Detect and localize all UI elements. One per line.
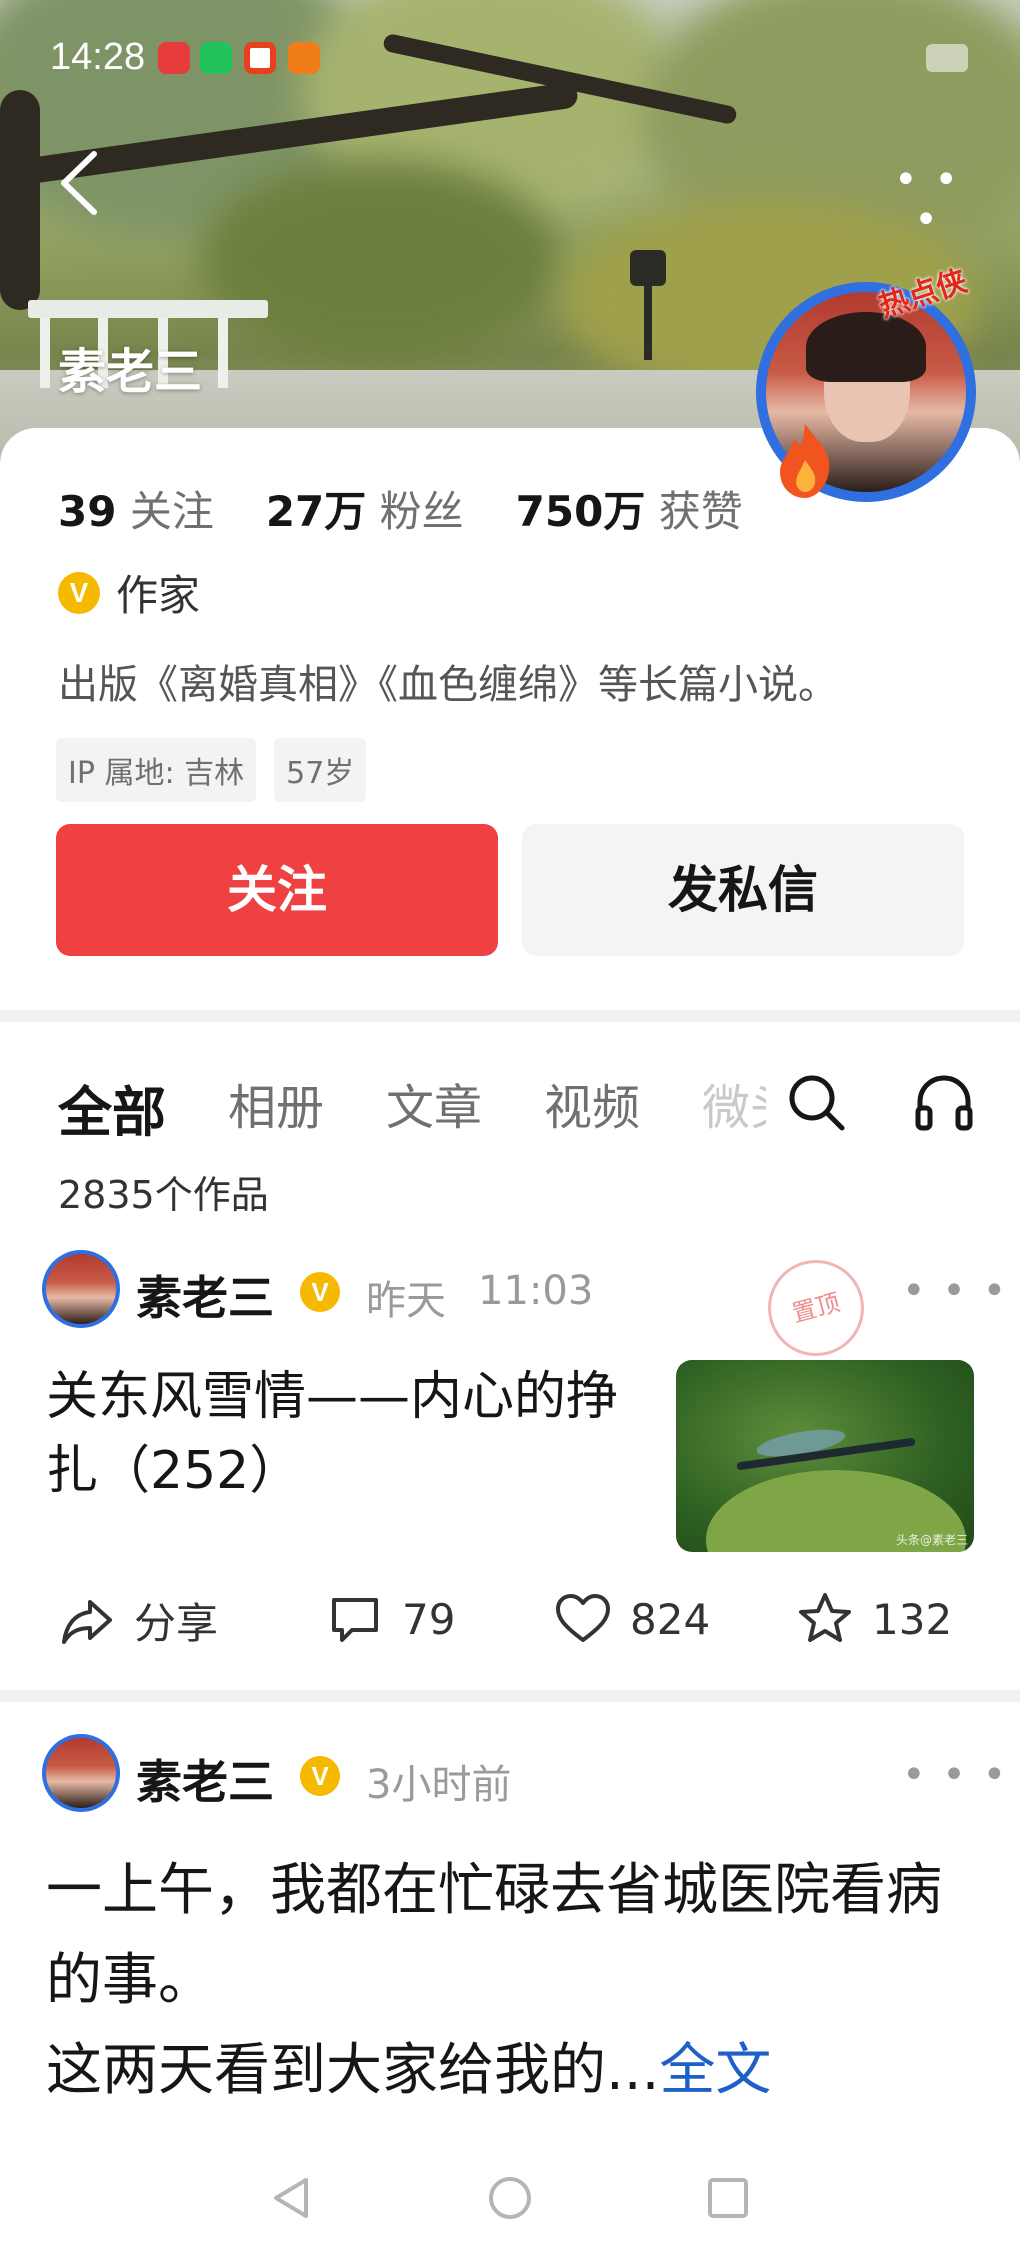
nav-home-icon[interactable] — [486, 2174, 534, 2222]
tab-all[interactable]: 全部 — [58, 1068, 166, 1147]
verified-v-icon: V — [58, 571, 100, 614]
cover-profile-name: 素老三 — [58, 344, 203, 400]
more-options-button[interactable]: • • • — [892, 160, 962, 240]
system-nav-bar — [0, 2150, 1020, 2250]
stat-likes[interactable]: 750万 获赞 — [516, 478, 743, 539]
age-tag: 57岁 — [274, 738, 367, 802]
tab-videos[interactable]: 视频 — [544, 1068, 640, 1147]
content-tabs: 全部 相册 文章 视频 微头条 — [58, 1068, 766, 1147]
section-divider — [0, 1010, 1020, 1022]
like-button[interactable]: 824 — [554, 1590, 710, 1648]
post-author-name[interactable]: 素老三 — [136, 1262, 274, 1328]
profile-stats: 39 关注 27万 粉丝 750万 获赞 — [58, 478, 743, 539]
browser-icon — [288, 42, 320, 74]
chevron-left-icon — [61, 151, 97, 215]
search-icon[interactable] — [784, 1070, 848, 1134]
tab-micro-posts[interactable]: 微头条 — [702, 1068, 766, 1147]
verified-v-icon: V — [300, 1756, 340, 1796]
thumbnail-watermark: 头条@素老三 — [895, 1533, 968, 1547]
huawei-video-icon — [158, 42, 190, 74]
favorite-button[interactable]: 132 — [796, 1590, 952, 1648]
post-body[interactable]: 一上午，我都在忙碌去省城医院看病的事。 这两天看到大家给我的...全文 — [46, 1846, 966, 2116]
tab-album[interactable]: 相册 — [228, 1068, 324, 1147]
profile-tags: IP 属地: 吉林 57岁 — [56, 738, 367, 802]
post-author-avatar[interactable] — [42, 1250, 120, 1328]
pinned-stamp: 置顶 — [757, 1249, 875, 1367]
post-thumbnail[interactable]: 头条@素老三 — [676, 1360, 974, 1552]
comment-button[interactable]: 79 — [326, 1590, 455, 1648]
ip-location-tag: IP 属地: 吉林 — [56, 738, 257, 802]
battery-icon — [926, 44, 968, 72]
stat-followers[interactable]: 27万 粉丝 — [266, 478, 464, 539]
stat-following[interactable]: 39 关注 — [58, 478, 214, 539]
post-actions: 分享 79 824 132 — [0, 1580, 1020, 1670]
post-more-button[interactable]: • • • — [902, 1268, 1008, 1314]
status-bar: 14:28 — [0, 0, 1020, 120]
verified-info: V 作家 — [58, 562, 200, 623]
star-icon — [799, 1593, 851, 1642]
post-more-button[interactable]: • • • — [902, 1752, 1008, 1798]
heart-icon — [556, 1594, 610, 1642]
back-button[interactable] — [52, 148, 112, 218]
tab-articles[interactable]: 文章 — [386, 1068, 482, 1147]
verified-title: 作家 — [116, 571, 201, 620]
follow-button[interactable]: 关注 — [56, 824, 498, 956]
nav-recents-icon[interactable] — [704, 2174, 752, 2222]
post-body-text: 一上午，我都在忙碌去省城医院看病的事。 这两天看到大家给我的... — [46, 1858, 942, 2103]
full-text-link[interactable]: 全文 — [659, 2038, 771, 2103]
share-icon — [62, 1599, 112, 1644]
post-title[interactable]: 关东风雪情——内心的挣扎（252） — [46, 1360, 646, 1508]
tree-trunk — [0, 90, 40, 310]
works-count: 2835个作品 — [58, 1173, 269, 1217]
flame-icon — [780, 424, 830, 498]
post-date: 昨天 — [366, 1278, 446, 1324]
news-app-icon — [244, 42, 276, 74]
nav-back-icon[interactable] — [268, 2174, 316, 2222]
post-author-name[interactable]: 素老三 — [136, 1746, 274, 1812]
post-author-avatar[interactable] — [42, 1734, 120, 1812]
verified-v-icon: V — [300, 1272, 340, 1312]
headphones-icon[interactable] — [912, 1070, 976, 1134]
post-divider — [0, 1690, 1020, 1702]
post-time: 11:03 — [478, 1268, 594, 1314]
wechat-icon — [200, 42, 232, 74]
profile-bio: 出版《离婚真相》《血色缠绵》等长篇小说。 — [58, 662, 838, 708]
message-button[interactable]: 发私信 — [522, 824, 964, 956]
post-time: 3小时前 — [366, 1762, 512, 1808]
status-time: 14:28 — [50, 36, 146, 78]
cover-lamp — [628, 250, 668, 360]
comment-icon — [332, 1598, 378, 1642]
share-button[interactable]: 分享 — [58, 1590, 218, 1651]
